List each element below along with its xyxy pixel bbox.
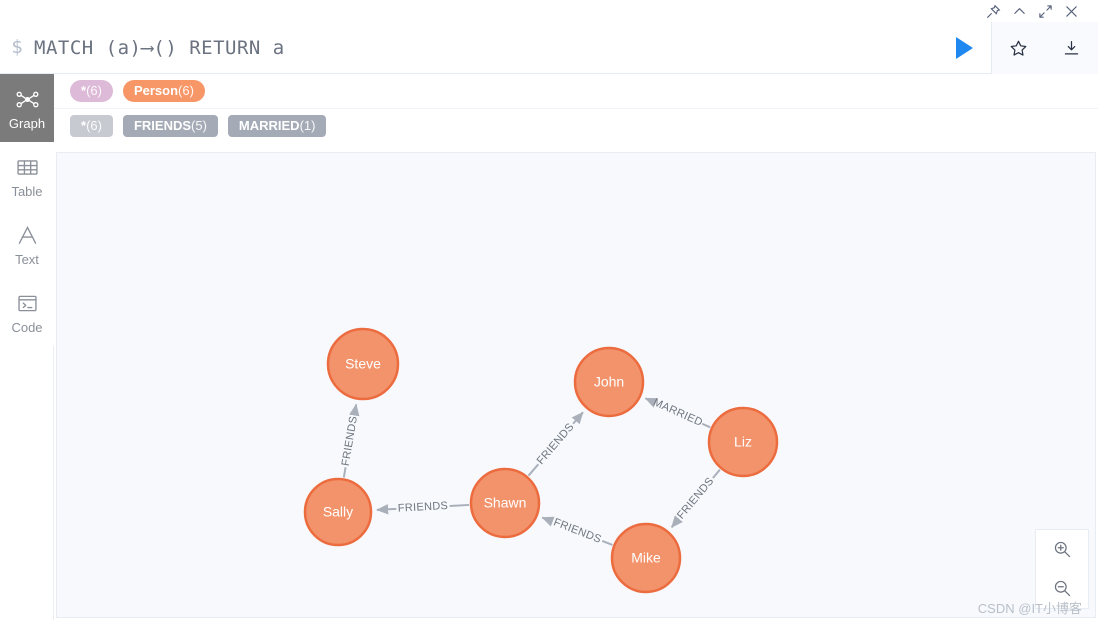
edge-line-end — [349, 403, 360, 417]
table-icon — [15, 154, 40, 180]
pin-icon[interactable] — [980, 0, 1006, 22]
node-circle[interactable] — [326, 327, 400, 401]
sidebar-item-code[interactable]: Code — [0, 278, 54, 346]
edge-line-start — [701, 422, 711, 429]
run-query-button[interactable] — [937, 22, 991, 74]
edge-label: FRIENDS — [675, 475, 717, 521]
node-circle[interactable] — [610, 522, 682, 594]
view-sidebar: Graph Table Text Code — [0, 74, 54, 620]
edge-label: FRIENDS — [552, 516, 603, 545]
sidebar-item-graph[interactable]: Graph — [0, 74, 54, 142]
graph-node[interactable]: Mike — [610, 522, 682, 594]
pill-count: (5) — [191, 117, 207, 133]
prompt-sign: $ — [11, 36, 23, 58]
pill-count: (6) — [86, 83, 102, 98]
relationship-legend-row: *(6) FRIENDS(5) MARRIED(1) — [54, 108, 1098, 142]
graph-edge[interactable]: FRIENDS — [527, 411, 584, 477]
pill-label: MARRIED — [238, 117, 300, 133]
rel-pill-all[interactable]: *(6) — [70, 114, 113, 137]
query-editor-card[interactable]: $ MATCH (a)⟶() RETURN a — [0, 22, 992, 74]
download-button[interactable] — [1055, 31, 1089, 65]
graph-edge[interactable]: MARRIED — [644, 396, 711, 429]
close-icon[interactable] — [1058, 0, 1084, 22]
edge-label: MARRIED — [651, 396, 704, 429]
graph-node[interactable]: Shawn — [469, 467, 541, 539]
node-circle[interactable] — [573, 346, 645, 418]
editor-actions — [992, 22, 1098, 74]
graph-node[interactable]: Liz — [707, 406, 779, 478]
edge-line-end — [541, 516, 555, 527]
graph-edge[interactable]: FRIENDS — [541, 516, 613, 546]
sidebar-item-table[interactable]: Table — [0, 142, 54, 210]
node-circle[interactable] — [707, 406, 779, 478]
zoom-controls — [1035, 529, 1089, 609]
edge-line-end — [571, 411, 584, 425]
expand-icon[interactable] — [1032, 0, 1058, 22]
result-panel: Graph Table Text Code *(6) Person(6) *(6… — [0, 74, 1098, 620]
node-circle[interactable] — [469, 467, 541, 539]
pill-count: (6) — [86, 117, 102, 133]
pill-count: (6) — [178, 83, 194, 98]
pill-count: (1) — [299, 117, 316, 133]
favorite-button[interactable] — [1002, 31, 1036, 65]
node-pill-person[interactable]: Person(6) — [122, 80, 205, 102]
edge-line-start — [527, 463, 540, 477]
query-editor-bar: $ MATCH (a)⟶() RETURN a — [0, 22, 1098, 74]
watermark: CSDN @IT小博客 — [977, 601, 1082, 616]
graph-edge[interactable]: FRIENDS — [670, 468, 721, 528]
edge-line-start — [712, 468, 721, 479]
sidebar-item-text[interactable]: Text — [0, 210, 54, 278]
rel-pill-married[interactable]: MARRIED(1) — [227, 114, 327, 137]
graph-node[interactable]: John — [573, 346, 645, 418]
graph-node[interactable]: Sally — [303, 477, 373, 547]
edge-label: FRIENDS — [398, 500, 449, 515]
text-icon — [15, 222, 40, 248]
node-legend-row: *(6) Person(6) — [54, 74, 1098, 108]
edge-line-start — [342, 467, 347, 478]
edge-line-end — [670, 515, 683, 528]
code-icon — [15, 290, 40, 316]
collapse-icon[interactable] — [1006, 0, 1032, 22]
rel-pill-friends[interactable]: FRIENDS(5) — [122, 114, 218, 137]
zoom-in-button[interactable] — [1036, 530, 1088, 569]
edge-line-end — [644, 397, 658, 408]
play-icon — [955, 36, 973, 59]
edge-line-start — [449, 503, 470, 507]
edge-line-end — [376, 504, 397, 515]
sidebar-item-label: Text — [15, 252, 39, 267]
edge-label: FRIENDS — [340, 415, 360, 467]
graph-edge[interactable]: FRIENDS — [340, 403, 360, 478]
graph-svg[interactable]: FRIENDS FRIENDS FRIENDS MARRIED FRIENDS FRIEN… — [57, 153, 1095, 617]
graph-icon — [15, 86, 40, 112]
pill-label: FRIENDS — [133, 117, 192, 133]
window-title-bar — [0, 0, 1098, 22]
graph-canvas[interactable]: FRIENDS FRIENDS FRIENDS MARRIED FRIENDS FRIEN… — [56, 152, 1096, 618]
edge-line-start — [601, 539, 613, 546]
query-input[interactable]: MATCH (a)⟶() RETURN a — [34, 37, 937, 59]
node-circle[interactable] — [303, 477, 373, 547]
graph-view: *(6) Person(6) *(6) FRIENDS(5) MARRIED(1) F… — [54, 74, 1098, 620]
sidebar-item-label: Table — [11, 184, 43, 199]
pill-label: Person — [133, 83, 179, 98]
edge-label: FRIENDS — [535, 421, 577, 467]
node-pill-all[interactable]: *(6) — [70, 80, 113, 102]
sidebar-item-label: Graph — [8, 116, 46, 131]
graph-node[interactable]: Steve — [326, 327, 400, 401]
graph-edge[interactable]: FRIENDS — [376, 500, 470, 515]
sidebar-item-label: Code — [11, 320, 43, 335]
